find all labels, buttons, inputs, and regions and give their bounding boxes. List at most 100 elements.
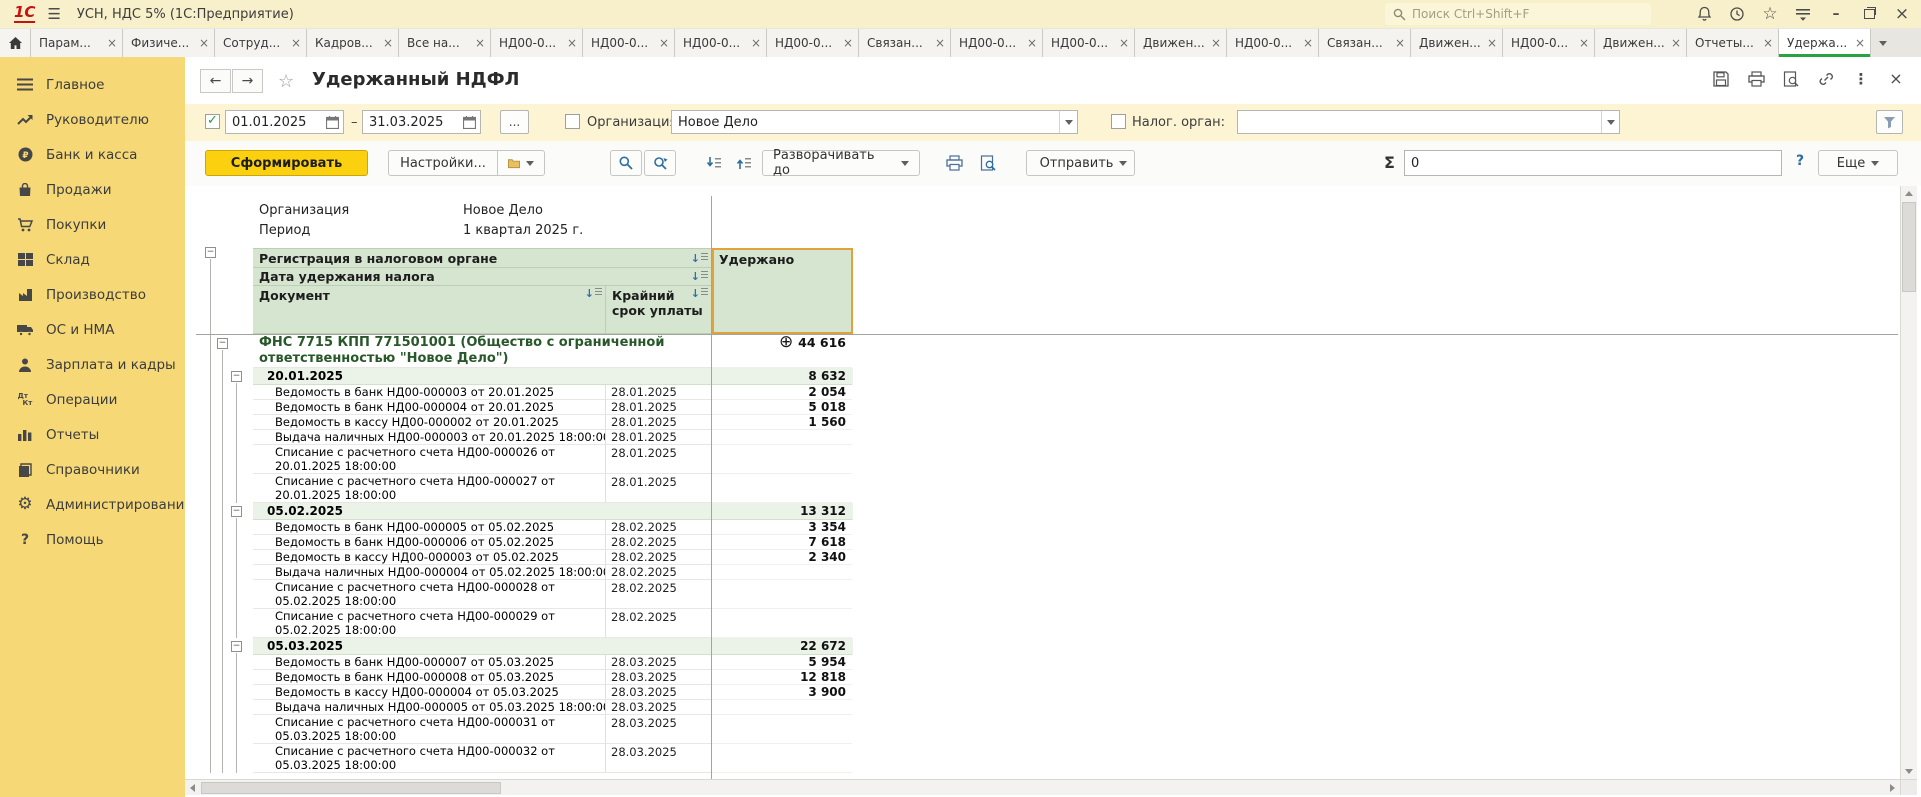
tab-close-icon[interactable] [933, 37, 947, 49]
date-to-field[interactable] [362, 110, 481, 134]
tab[interactable]: НД00-0... [1043, 29, 1135, 57]
sidebar-item-manager[interactable]: Руководителю [0, 102, 185, 137]
header-split-line[interactable] [196, 334, 1898, 335]
tab-close-icon[interactable] [197, 37, 211, 49]
table-row[interactable]: Ведомость в банк НД00-000003 от 20.01.20… [253, 385, 853, 400]
tab-close-icon[interactable] [105, 37, 119, 49]
column-split-line[interactable] [711, 196, 712, 779]
sidebar-item-purchases[interactable]: Покупки [0, 207, 185, 242]
tab[interactable]: Сотруд... [215, 29, 307, 57]
table-row[interactable]: ФНС 7715 КПП 771501001 (Общество с огран… [253, 334, 853, 368]
table-row[interactable]: Выдача наличных НД00-000005 от 05.03.202… [253, 700, 853, 715]
table-row[interactable]: 05.02.2025 13 312 [253, 503, 853, 520]
tab[interactable]: НД00-0... [583, 29, 675, 57]
table-row[interactable]: Ведомость в банк НД00-000007 от 05.03.20… [253, 655, 853, 670]
table-row[interactable]: Списание с расчетного счета НД00-000027 … [253, 474, 853, 503]
organization-checkbox[interactable] [565, 114, 580, 129]
horizontal-scrollbar[interactable] [185, 779, 1900, 795]
vertical-scroll-thumb[interactable] [1902, 202, 1916, 292]
tab[interactable]: НД00-0... [675, 29, 767, 57]
favorites-star-icon[interactable]: ☆ [1761, 5, 1779, 23]
date-to-input[interactable] [363, 115, 463, 130]
table-row[interactable]: Ведомость в банк НД00-000006 от 05.02.20… [253, 535, 853, 550]
tax-authority-combo[interactable] [1237, 110, 1620, 134]
collapse-group-button[interactable]: − [217, 338, 228, 349]
collapse-group-button[interactable]: − [231, 641, 242, 652]
table-row[interactable]: 20.01.2025 8 632 [253, 368, 853, 385]
date-from-field[interactable] [225, 110, 344, 134]
calendar-icon[interactable] [463, 116, 476, 129]
tab-close-icon[interactable] [1853, 37, 1867, 49]
tab[interactable]: НД00-0... [491, 29, 583, 57]
scroll-right-icon[interactable] [1885, 780, 1900, 795]
collapse-group-button[interactable]: − [205, 247, 216, 258]
tab-close-icon[interactable] [1485, 37, 1499, 49]
tab[interactable]: Парам... [31, 29, 123, 57]
tab[interactable]: Физиче... [123, 29, 215, 57]
collapse-group-button[interactable]: − [231, 371, 242, 382]
history-clock-icon[interactable] [1728, 5, 1746, 23]
calendar-icon[interactable] [326, 116, 339, 129]
tab-close-icon[interactable] [749, 37, 763, 49]
table-row[interactable]: Списание с расчетного счета НД00-000029 … [253, 609, 853, 638]
tab-overflow-button[interactable] [1871, 29, 1895, 57]
tab-close-icon[interactable] [1393, 37, 1407, 49]
tab[interactable]: Движен... [1595, 29, 1687, 57]
minimize-button[interactable]: – [1827, 5, 1845, 23]
global-search-input[interactable]: Поиск Ctrl+Shift+F [1385, 3, 1651, 25]
chevron-down-icon[interactable] [1601, 111, 1619, 133]
preview-icon[interactable] [974, 152, 1002, 174]
tab-close-icon[interactable] [1025, 37, 1039, 49]
tab[interactable]: НД00-0... [1227, 29, 1319, 57]
sort-icon[interactable]: ↓ [691, 288, 708, 299]
withheld-column-header[interactable]: Удержано [712, 248, 853, 334]
main-menu-icon[interactable]: ☰ [47, 5, 60, 23]
functions-menu-icon[interactable] [1794, 5, 1812, 23]
table-row[interactable]: Ведомость в кассу НД00-000003 от 05.02.2… [253, 550, 853, 565]
tab[interactable]: НД00-0... [1503, 29, 1595, 57]
tab-close-icon[interactable] [841, 37, 855, 49]
close-window-button[interactable]: × [1893, 5, 1911, 23]
report-variant-button[interactable] [497, 150, 545, 176]
tax-authority-checkbox[interactable] [1111, 114, 1126, 129]
organization-combo[interactable]: Новое Дело [671, 110, 1078, 134]
expand-to-button[interactable]: Разворачивать до [762, 150, 920, 176]
sidebar-item-operations[interactable]: Дт Кт Операции [0, 382, 185, 417]
chevron-down-icon[interactable] [1059, 111, 1077, 133]
tab-close-icon[interactable] [1301, 37, 1315, 49]
table-row[interactable]: Списание с расчетного счета НД00-000032 … [253, 744, 853, 773]
collapse-group-button[interactable]: − [231, 506, 242, 517]
sort-icon[interactable]: ↓ [691, 253, 708, 264]
table-row[interactable]: Списание с расчетного счета НД00-000026 … [253, 445, 853, 474]
tab-close-icon[interactable] [1117, 37, 1131, 49]
sidebar-item-administration[interactable]: ⚙ Администрирование [0, 487, 185, 522]
filter-settings-button[interactable] [1876, 110, 1903, 134]
get-link-icon[interactable] [1817, 70, 1835, 88]
save-icon[interactable] [1712, 70, 1730, 88]
vertical-scrollbar[interactable] [1900, 186, 1917, 779]
date-from-input[interactable] [226, 115, 326, 130]
autosum-field[interactable] [1404, 150, 1782, 176]
favorite-star-icon[interactable]: ☆ [278, 71, 294, 92]
table-row[interactable]: Ведомость в банк НД00-000008 от 05.03.20… [253, 670, 853, 685]
tab[interactable]: Движен... [1411, 29, 1503, 57]
tab[interactable]: Связан... [859, 29, 951, 57]
close-report-icon[interactable]: × [1887, 70, 1905, 88]
more-button[interactable]: Еще [1818, 150, 1898, 176]
restore-window-button[interactable] [1860, 5, 1878, 23]
period-choice-button[interactable]: ... [500, 110, 529, 134]
tab[interactable]: Связан... [1319, 29, 1411, 57]
tab[interactable]: Отчеты... [1687, 29, 1779, 57]
tab[interactable]: Удержа... [1779, 29, 1871, 57]
tab[interactable]: НД00-0... [767, 29, 859, 57]
tab[interactable]: Кадров... [307, 29, 399, 57]
print-icon[interactable] [940, 152, 968, 174]
sort-icon[interactable]: ↓ [691, 271, 708, 282]
sidebar-item-directories[interactable]: Справочники [0, 452, 185, 487]
search-button[interactable] [610, 150, 642, 176]
tab-close-icon[interactable] [1209, 37, 1223, 49]
sidebar-item-help[interactable]: ? Помощь [0, 522, 185, 557]
autosum-input[interactable] [1405, 151, 1781, 175]
sidebar-item-reports[interactable]: Отчеты [0, 417, 185, 452]
back-button[interactable]: ← [200, 69, 231, 93]
